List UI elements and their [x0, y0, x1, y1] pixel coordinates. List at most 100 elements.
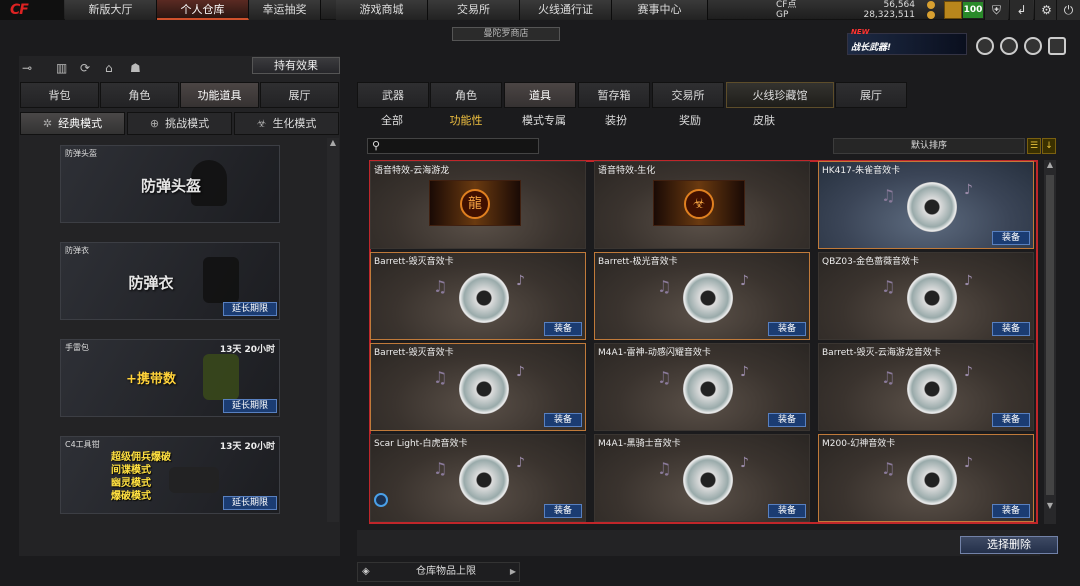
music-note-icon: ♫	[881, 186, 896, 205]
rank-icon[interactable]	[944, 1, 962, 19]
sort-dropdown[interactable]: 默认排序	[833, 138, 1025, 154]
tab-backpack[interactable]: 背包	[20, 82, 99, 108]
ad-icon-3[interactable]	[1024, 37, 1042, 55]
list-view-icon[interactable]: ☰	[1027, 138, 1041, 154]
mode-biochem[interactable]: ☣ 生化模式	[234, 112, 339, 135]
select-delete-button[interactable]: 选择删除	[960, 536, 1058, 554]
ad-icon-4[interactable]	[1048, 37, 1066, 55]
nav-exchange[interactable]: 交易所	[428, 0, 520, 20]
item-card[interactable]: M4A1-雷神-动感闪耀音效卡 ♫ ♪ 装备	[594, 343, 810, 431]
shop-tag[interactable]: 曼陀罗商店	[452, 27, 560, 41]
ad-icon-1[interactable]	[976, 37, 994, 55]
equip-button[interactable]: 装备	[768, 322, 806, 336]
nav-battle-pass[interactable]: 火线通行证	[520, 0, 612, 20]
storage-limit-bar[interactable]: ◈ 仓库物品上限 ▶	[357, 562, 520, 582]
expand-arrow-icon[interactable]: ▶	[510, 563, 516, 581]
equip-button[interactable]: 装备	[992, 322, 1030, 336]
mode-classic[interactable]: ✲ 经典模式	[20, 112, 125, 135]
card-c4-pliers[interactable]: C4工具钳 13天 20小时 超级佣兵爆破 间谍模式 幽灵模式 爆破模式 延长期…	[60, 436, 280, 514]
item-card[interactable]: HK417-朱雀音效卡 ♫ ♪ 装备	[818, 161, 1034, 249]
cf-logo[interactable]: CF	[0, 0, 64, 20]
nav-lucky-draw[interactable]: 幸运抽奖	[249, 0, 321, 20]
mode-challenge-label: 挑战模式	[165, 117, 210, 130]
item-card[interactable]: M200-幻神音效卡 ♫ ♪ 装备	[818, 434, 1034, 522]
effects-button[interactable]: 持有效果	[252, 57, 340, 74]
gear-icon[interactable]: ⚙	[1034, 0, 1058, 20]
item-card[interactable]: Barrett-毁灭-云海游龙音效卡 ♫ ♪ 装备	[818, 343, 1034, 431]
refresh-icon[interactable]: ⟳	[80, 61, 90, 75]
item-name: Scar Light-白虎音效卡	[374, 439, 468, 449]
subtab-rewards[interactable]: 奖励	[664, 114, 716, 128]
music-note-icon: ♫	[657, 459, 672, 478]
disc-icon	[459, 364, 509, 414]
scroll-down-icon[interactable]: ▼	[1044, 501, 1056, 510]
layers-icon: ◈	[362, 566, 370, 577]
subtab-outfit[interactable]: 装扮	[590, 114, 642, 128]
item-name: Barrett-毁灭音效卡	[374, 257, 454, 267]
gp-label: GP	[776, 10, 789, 20]
item-card[interactable]: Barrett-毁灭音效卡 ♫ ♪ 装备	[370, 343, 586, 431]
equip-button[interactable]: 装备	[544, 322, 582, 336]
tab-showroom[interactable]: 展厅	[260, 82, 339, 108]
card-vest[interactable]: 防弹衣 防弹衣 延长期限	[60, 242, 280, 320]
stats-icon[interactable]: ▥	[56, 61, 67, 75]
tab-items[interactable]: 道具	[504, 82, 576, 108]
power-icon[interactable]: ⏻	[1056, 0, 1080, 20]
scroll-up-icon[interactable]: ▲	[1044, 160, 1056, 169]
mode-challenge[interactable]: ⊕ 挑战模式	[127, 112, 232, 135]
disc-icon	[907, 182, 957, 232]
item-grid-scrollbar[interactable]: ▲ ▼	[1044, 160, 1056, 524]
equip-button[interactable]: 装备	[768, 413, 806, 427]
scroll-up-icon[interactable]: ▲	[327, 138, 339, 147]
left-scrollbar[interactable]: ▲	[327, 138, 339, 522]
item-card[interactable]: 语音特效-云海游龙 龍	[370, 161, 586, 249]
tab-stash[interactable]: 暂存箱	[578, 82, 650, 108]
tab-weapons[interactable]: 武器	[357, 82, 429, 108]
subtab-all[interactable]: 全部	[366, 114, 418, 128]
tab-showroom-right[interactable]: 展厅	[835, 82, 907, 108]
item-card[interactable]: QBZ03-金色蔷薇音效卡 ♫ ♪ 装备	[818, 252, 1034, 340]
biochem-mode-icon: ☣	[256, 117, 267, 130]
cf-plus-icon[interactable]	[927, 1, 935, 9]
item-card[interactable]: Barrett-极光音效卡 ♫ ♪ 装备	[594, 252, 810, 340]
scroll-thumb[interactable]	[1046, 175, 1054, 495]
equip-button[interactable]: 装备	[544, 504, 582, 518]
ad-icon-2[interactable]	[1000, 37, 1018, 55]
shield-icon[interactable]: ⛨	[984, 0, 1008, 20]
sort-arrow-icon[interactable]: ↓	[1042, 138, 1056, 154]
lock-icon[interactable]: ⌂	[105, 61, 113, 75]
nav-personal-warehouse[interactable]: 个人仓库	[157, 0, 249, 20]
music-note-icon: ♪	[964, 364, 973, 380]
equip-button[interactable]: 装备	[992, 504, 1030, 518]
card-helmet[interactable]: 防弹头盔 防弹头盔	[60, 145, 280, 223]
tab-exchange[interactable]: 交易所	[652, 82, 724, 108]
tab-functional-items[interactable]: 功能道具	[180, 82, 259, 108]
tab-characters[interactable]: 角色	[430, 82, 502, 108]
search-input[interactable]: ⚲	[367, 138, 539, 154]
bag-icon[interactable]: ☗	[130, 61, 141, 75]
item-card[interactable]: Scar Light-白虎音效卡 ♫ ♪ 装备	[370, 434, 586, 522]
card-grenade-pack[interactable]: 手雷包 13天 20小时 +携带数 延长期限	[60, 339, 280, 417]
tab-collection-hall[interactable]: 火线珍藏馆	[726, 82, 834, 108]
equip-button[interactable]: 装备	[544, 413, 582, 427]
nav-game-mall[interactable]: 游戏商城	[336, 0, 428, 20]
nav-event-center[interactable]: 赛事中心	[612, 0, 708, 20]
subtab-skins[interactable]: 皮肤	[738, 114, 790, 128]
extend-button[interactable]: 延长期限	[223, 399, 277, 413]
equip-button[interactable]: 装备	[992, 413, 1030, 427]
equip-button[interactable]: 装备	[768, 504, 806, 518]
item-name: Barrett-极光音效卡	[598, 257, 678, 267]
item-card[interactable]: M4A1-黑骑士音效卡 ♫ ♪ 装备	[594, 434, 810, 522]
item-card[interactable]: 语音特效-生化 ☣	[594, 161, 810, 249]
music-note-icon: ♪	[516, 455, 525, 471]
extend-button[interactable]: 延长期限	[223, 302, 277, 316]
extend-button[interactable]: 延长期限	[223, 496, 277, 510]
back-icon[interactable]: ↲	[1009, 0, 1033, 20]
nav-new-lobby[interactable]: 新版大厅	[65, 0, 157, 20]
key-icon[interactable]: ⊸	[22, 61, 32, 75]
equip-button[interactable]: 装备	[992, 231, 1030, 245]
subtab-mode-exclusive[interactable]: 模式专属	[514, 114, 574, 128]
tab-character[interactable]: 角色	[100, 82, 179, 108]
item-card[interactable]: Barrett-毁灭音效卡 ♫ ♪ 装备	[370, 252, 586, 340]
subtab-functional[interactable]: 功能性	[440, 114, 492, 128]
